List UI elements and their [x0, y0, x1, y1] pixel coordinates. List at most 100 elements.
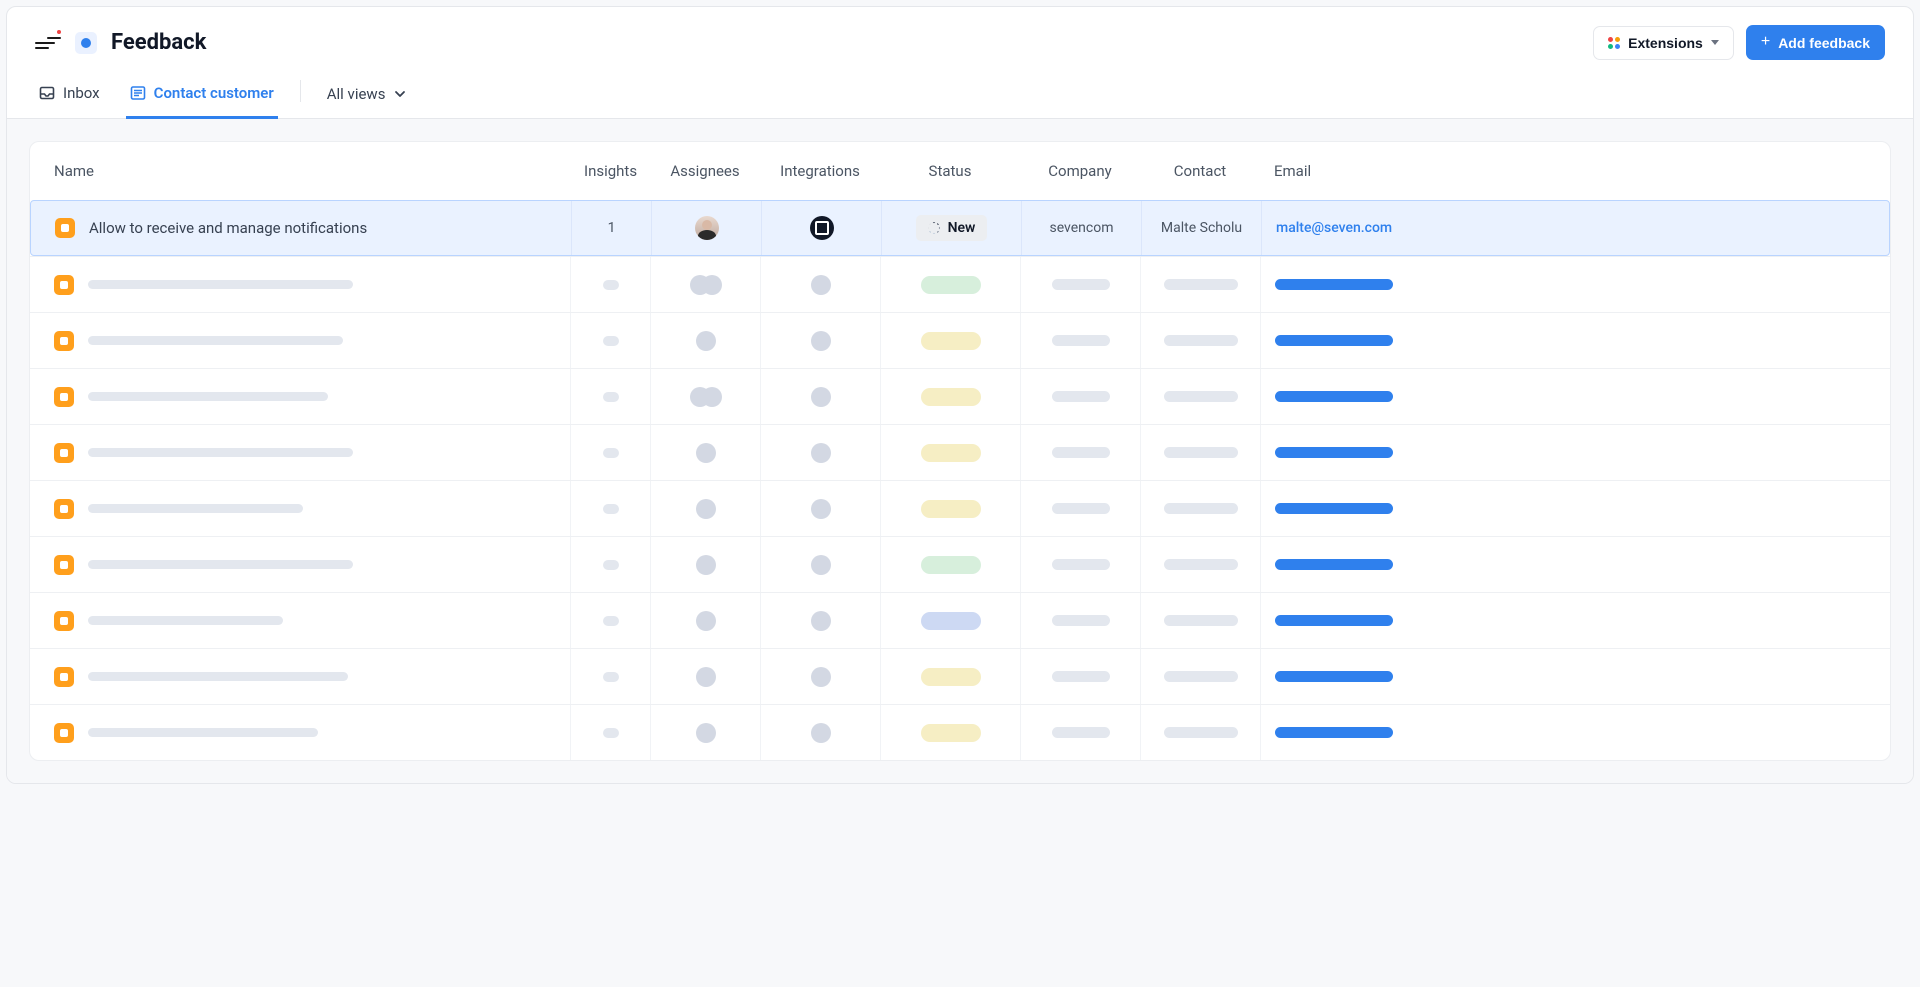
skeleton-text: [603, 280, 619, 290]
all-views-label: All views: [327, 85, 386, 103]
skeleton-text: [1052, 335, 1110, 346]
skeleton-text: [1164, 335, 1238, 346]
skeleton-status: [921, 556, 981, 574]
feedback-type-icon: [54, 275, 74, 295]
menu-button[interactable]: [35, 30, 61, 56]
skeleton-text: [88, 504, 303, 513]
row-email[interactable]: malte@seven.com: [1276, 220, 1392, 236]
skeleton-text: [1052, 727, 1110, 738]
add-feedback-label: Add feedback: [1778, 36, 1870, 50]
skeleton-icon: [811, 331, 831, 351]
status-badge[interactable]: New: [916, 215, 988, 241]
all-views-dropdown[interactable]: All views: [323, 75, 412, 117]
table-header: Name Insights Assignees Integrations Sta…: [30, 142, 1890, 200]
skeleton-text: [1164, 559, 1238, 570]
skeleton-avatar: [696, 443, 716, 463]
table-row[interactable]: [30, 312, 1890, 368]
table-row[interactable]: [30, 704, 1890, 760]
feedback-type-icon: [54, 331, 74, 351]
skeleton-icon: [811, 611, 831, 631]
skeleton-text: [88, 728, 318, 737]
skeleton-text: [1052, 559, 1110, 570]
skeleton-icon: [811, 499, 831, 519]
add-feedback-button[interactable]: + Add feedback: [1746, 25, 1885, 60]
col-status[interactable]: Status: [880, 162, 1020, 180]
skeleton-avatar: [696, 723, 716, 743]
tab-inbox[interactable]: Inbox: [35, 74, 104, 119]
integration-icon[interactable]: [810, 216, 834, 240]
notification-dot-icon: [55, 28, 63, 36]
skeleton-text: [88, 616, 283, 625]
skeleton-link: [1275, 447, 1393, 458]
feedback-type-icon: [54, 443, 74, 463]
skeleton-icon: [811, 387, 831, 407]
skeleton-status: [921, 276, 981, 294]
col-name[interactable]: Name: [30, 162, 570, 180]
skeleton-text: [1164, 447, 1238, 458]
skeleton-text: [1052, 447, 1110, 458]
table-row[interactable]: [30, 648, 1890, 704]
feedback-type-icon: [54, 723, 74, 743]
table-row[interactable]: [30, 480, 1890, 536]
status-label: New: [948, 220, 976, 236]
table-row[interactable]: [30, 368, 1890, 424]
table-row[interactable]: Allow to receive and manage notification…: [30, 200, 1890, 256]
list-icon: [130, 85, 146, 101]
col-integrations[interactable]: Integrations: [760, 162, 880, 180]
skeleton-text: [1052, 391, 1110, 402]
row-name: Allow to receive and manage notification…: [89, 219, 367, 237]
inbox-icon: [39, 85, 55, 101]
skeleton-link: [1275, 279, 1393, 290]
skeleton-avatar: [696, 331, 716, 351]
skeleton-text: [603, 504, 619, 514]
table-row[interactable]: [30, 536, 1890, 592]
skeleton-text: [1052, 671, 1110, 682]
divider: [300, 80, 301, 102]
skeleton-status: [921, 724, 981, 742]
skeleton-text: [1164, 671, 1238, 682]
feedback-table: Name Insights Assignees Integrations Sta…: [29, 141, 1891, 761]
skeleton-text: [1164, 727, 1238, 738]
skeleton-icon: [811, 443, 831, 463]
skeleton-icon: [811, 555, 831, 575]
col-assignees[interactable]: Assignees: [650, 162, 760, 180]
col-contact[interactable]: Contact: [1140, 162, 1260, 180]
col-email[interactable]: Email: [1260, 162, 1890, 180]
skeleton-avatar: [696, 555, 716, 575]
skeleton-text: [603, 728, 619, 738]
chevron-down-icon: [393, 87, 407, 101]
row-contact: Malte Scholu: [1161, 220, 1242, 236]
table-row[interactable]: [30, 256, 1890, 312]
tab-contact-customer[interactable]: Contact customer: [126, 74, 278, 119]
row-insights: 1: [608, 220, 616, 236]
skeleton-status: [921, 388, 981, 406]
skeleton-text: [603, 336, 619, 346]
feedback-type-icon: [54, 555, 74, 575]
skeleton-status: [921, 332, 981, 350]
skeleton-text: [603, 616, 619, 626]
skeleton-text: [603, 672, 619, 682]
feedback-type-icon: [54, 667, 74, 687]
skeleton-text: [88, 448, 353, 457]
skeleton-avatar: [702, 387, 722, 407]
skeleton-text: [1164, 503, 1238, 514]
skeleton-avatar: [696, 499, 716, 519]
skeleton-avatar: [696, 667, 716, 687]
skeleton-text: [603, 392, 619, 402]
col-insights[interactable]: Insights: [570, 162, 650, 180]
table-row[interactable]: [30, 424, 1890, 480]
skeleton-status: [921, 612, 981, 630]
avatar[interactable]: [695, 216, 719, 240]
tab-contact-customer-label: Contact customer: [154, 84, 274, 102]
extensions-icon: [1608, 37, 1620, 49]
skeleton-avatar: [702, 275, 722, 295]
feedback-type-icon: [54, 499, 74, 519]
skeleton-text: [1164, 615, 1238, 626]
table-row[interactable]: [30, 592, 1890, 648]
col-company[interactable]: Company: [1020, 162, 1140, 180]
skeleton-text: [603, 448, 619, 458]
skeleton-text: [88, 392, 328, 401]
skeleton-icon: [811, 667, 831, 687]
tab-inbox-label: Inbox: [63, 84, 100, 102]
extensions-button[interactable]: Extensions: [1593, 26, 1734, 60]
